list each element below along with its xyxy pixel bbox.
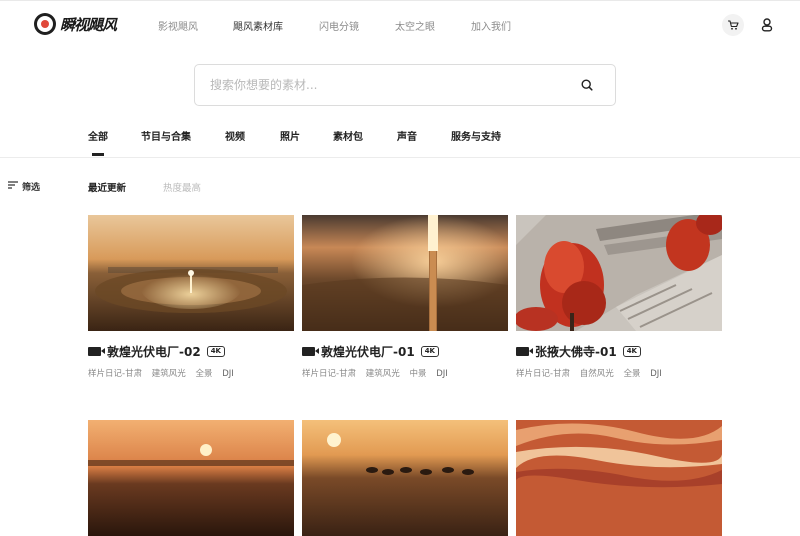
asset-card[interactable]: 敦煌光伏电厂-02 4K 样片日记-甘肃 建筑风光 全景 DJI [88,215,294,379]
tag[interactable]: 中景 [410,369,427,379]
top-border [0,0,800,1]
tag[interactable]: 自然风光 [580,369,614,379]
thumbnail-horses-sunset[interactable] [302,420,508,536]
card-title-row[interactable]: 敦煌光伏电厂-01 4K [302,343,439,360]
card-title[interactable]: 敦煌光伏电厂-01 [321,343,415,360]
video-camera-icon [302,347,319,356]
sort-popular[interactable]: 热度最高 [163,180,201,194]
video-camera-icon [88,347,105,356]
user-icon[interactable] [756,14,778,36]
card-tags: 样片日记-甘肃 建筑风光 中景 DJI [302,367,455,379]
card-title-row[interactable]: 敦煌光伏电厂-02 4K [88,343,225,360]
active-tab-indicator [92,153,104,156]
card-title[interactable]: 敦煌光伏电厂-02 [107,343,201,360]
asset-card[interactable]: 敦煌光伏电厂-01 4K 样片日记-甘肃 建筑风光 中景 DJI [302,215,508,379]
search-box [194,64,616,106]
nav-item-material-library[interactable]: 飓风素材库 [233,18,283,33]
tag[interactable]: 样片日记-甘肃 [516,369,570,379]
tag[interactable]: 全景 [196,369,213,379]
tag[interactable]: DJI [650,369,662,379]
filter-icon [8,181,18,192]
tag[interactable]: 建筑风光 [152,369,186,379]
tag[interactable]: 样片日记-甘肃 [88,369,142,379]
tag[interactable]: 建筑风光 [366,369,400,379]
card-title-row[interactable]: 张掖大佛寺-01 4K [516,343,641,360]
nav-item-space-eye[interactable]: 太空之眼 [395,18,435,33]
search-icon[interactable] [577,75,597,95]
card-tags: 样片日记-甘肃 建筑风光 全景 DJI [88,367,241,379]
asset-card[interactable] [302,420,508,536]
thumbnail-solar-plant-tower[interactable] [302,215,508,331]
tab-services[interactable]: 服务与支持 [451,128,501,143]
tag[interactable]: 样片日记-甘肃 [302,369,356,379]
resolution-badge: 4K [420,346,439,357]
tab-programs[interactable]: 节目与合集 [141,128,191,143]
filter-button[interactable]: 筛选 [8,180,40,193]
tab-packs[interactable]: 素材包 [333,128,363,143]
thumbnail-temple-red-tree[interactable] [516,215,722,331]
tab-videos[interactable]: 视频 [225,128,245,143]
video-camera-icon [516,347,533,356]
divider [0,157,800,158]
cart-icon[interactable] [722,14,744,36]
card-title[interactable]: 张掖大佛寺-01 [535,343,617,360]
search-input[interactable] [208,77,577,93]
resolution-badge: 4K [206,346,225,357]
thumbnail-sunset-desert[interactable] [88,420,294,536]
tab-audio[interactable]: 声音 [397,128,417,143]
logo-text: 瞬视飓风 [60,15,117,34]
nav-item-storyboard[interactable]: 闪电分镜 [319,18,359,33]
sort-latest[interactable]: 最近更新 [88,180,126,194]
asset-card[interactable]: 张掖大佛寺-01 4K 样片日记-甘肃 自然风光 全景 DJI [516,215,722,379]
tag[interactable]: 全景 [624,369,641,379]
filter-label: 筛选 [22,183,41,193]
tag[interactable]: DJI [436,369,448,379]
site-logo[interactable]: 瞬视飓风 [34,13,117,35]
nav-item-join-us[interactable]: 加入我们 [471,18,511,33]
tab-photos[interactable]: 照片 [280,128,300,143]
resolution-badge: 4K [622,346,641,357]
thumbnail-solar-plant-wide[interactable] [88,215,294,331]
logo-mark-icon [34,13,56,35]
asset-card[interactable] [516,420,722,536]
nav-item-yingshi[interactable]: 影视飓风 [158,18,198,33]
tag[interactable]: DJI [222,369,234,379]
asset-card[interactable] [88,420,294,536]
thumbnail-danxia-landform[interactable] [516,420,722,536]
tab-all[interactable]: 全部 [88,128,108,143]
card-tags: 样片日记-甘肃 自然风光 全景 DJI [516,367,669,379]
